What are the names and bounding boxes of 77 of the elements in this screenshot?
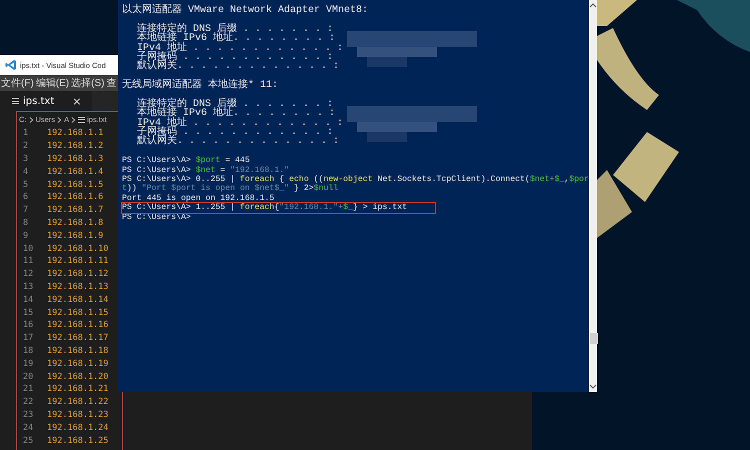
line-number: 5	[22, 180, 30, 190]
line-number: 19	[22, 358, 34, 369]
code-line: 192.168.1.18	[47, 346, 108, 356]
chevron-icon	[71, 116, 76, 124]
code-line: 192.168.1.12	[47, 269, 108, 280]
menu-item[interactable]: 编辑(E)	[36, 76, 70, 90]
code-line: 192.168.1.11	[47, 256, 108, 266]
app-logo-icon	[5, 59, 17, 71]
line-number: 21	[22, 384, 34, 394]
code-line: 192.168.1.10	[47, 244, 108, 254]
line-number: 23	[22, 410, 34, 420]
line-number: 18	[22, 346, 34, 356]
line-number: 10	[22, 244, 34, 254]
console-line: PS C:\Users\A> 1..255 | foreach{"192.168.1."+$_} > ips.txt	[122, 203, 435, 213]
chevron-icon	[28, 116, 34, 124]
text-file-icon	[78, 116, 86, 122]
line-number: 12	[22, 269, 34, 280]
console-line: PS C:\Users\A> $port = 445	[122, 156, 251, 166]
adapter-heading: 无线局域网适配器 本地连接* 11:	[122, 81, 280, 91]
menu-item[interactable]: 文件(F)	[1, 76, 34, 90]
text-file-icon	[12, 98, 19, 104]
line-number: 15	[22, 308, 34, 318]
line-number: 25	[22, 436, 34, 446]
console-line: 默认网关. . . . . . . . . . . . . :	[136, 62, 340, 72]
console-line: t)) "Port $port is open on $net$_" } 2>$null	[122, 184, 340, 194]
code-line: 192.168.1.9	[47, 230, 104, 241]
line-number: 8	[22, 218, 30, 228]
line-number: 2	[22, 141, 30, 152]
code-line: 192.168.1.4	[47, 166, 104, 177]
scrollbar[interactable]	[588, 0, 597, 392]
code-line: 192.168.1.16	[47, 320, 108, 330]
menu-item[interactable]: 选择(S)	[71, 76, 104, 90]
console-line: Port 445 is open on 192.168.1.5	[122, 194, 276, 203]
code-line: 192.168.1.17	[47, 333, 108, 344]
line-number: 22	[22, 397, 34, 408]
line-number: 3	[22, 154, 30, 164]
line-number: 17	[22, 333, 34, 344]
code-line: 192.168.1.22	[47, 397, 108, 408]
line-number: 9	[22, 230, 30, 241]
code-line: 192.168.1.24	[47, 422, 108, 433]
code-line: 192.168.1.23	[47, 410, 108, 420]
code-line: 192.168.1.13	[47, 282, 108, 292]
code-line: 192.168.1.14	[47, 294, 108, 305]
code-line: 192.168.1.19	[47, 358, 108, 369]
close-icon[interactable]: ×	[72, 96, 82, 106]
code-line: 192.168.1.15	[47, 308, 108, 318]
scroll-down-icon[interactable]	[588, 384, 597, 390]
code-line: 192.168.1.25	[47, 436, 108, 446]
tab-label: ips.txt	[23, 96, 54, 106]
line-number: 4	[22, 166, 30, 177]
code-line: 192.168.1.8	[47, 218, 104, 228]
line-number: 24	[22, 422, 34, 433]
line-number: 1	[22, 128, 30, 138]
code-line: 192.168.1.20	[47, 372, 108, 382]
line-number: 11	[22, 256, 34, 266]
line-number: 20	[22, 372, 34, 382]
code-line: 192.168.1.7	[47, 205, 104, 216]
line-number: 7	[22, 205, 30, 216]
console-line: PS C:\Users\A> $net = "192.168.1."	[122, 166, 290, 175]
chevron-icon	[57, 116, 62, 124]
code-line: 192.168.1.2	[47, 141, 104, 152]
menu-item[interactable]: 查	[106, 76, 116, 90]
file-tab[interactable]: ips.txt ×	[0, 91, 92, 111]
code-line: 192.168.1.1	[47, 128, 104, 138]
code-line: 192.168.1.5	[47, 180, 104, 190]
console-line: PS C:\Users\A> 0..255 | foreach { echo ((new-object Net.Sockets.TcpClient).Connect($net+$_,$por	[122, 175, 589, 184]
console-line: 默认网关. . . . . . . . . . . . . :	[136, 137, 340, 147]
code-line: 192.168.1.6	[47, 192, 104, 202]
line-number: 6	[22, 192, 30, 202]
adapter-heading: 以太网适配器 VMware Network Adapter VMnet8:	[122, 6, 370, 16]
line-number: 14	[22, 294, 34, 305]
scroll-up-icon[interactable]	[588, 2, 597, 8]
code-line: 192.168.1.21	[47, 384, 108, 394]
line-number: 13	[22, 282, 34, 292]
code-line: 192.168.1.3	[47, 154, 104, 164]
scroll-thumb[interactable]	[590, 333, 598, 344]
line-number: 16	[22, 320, 34, 330]
